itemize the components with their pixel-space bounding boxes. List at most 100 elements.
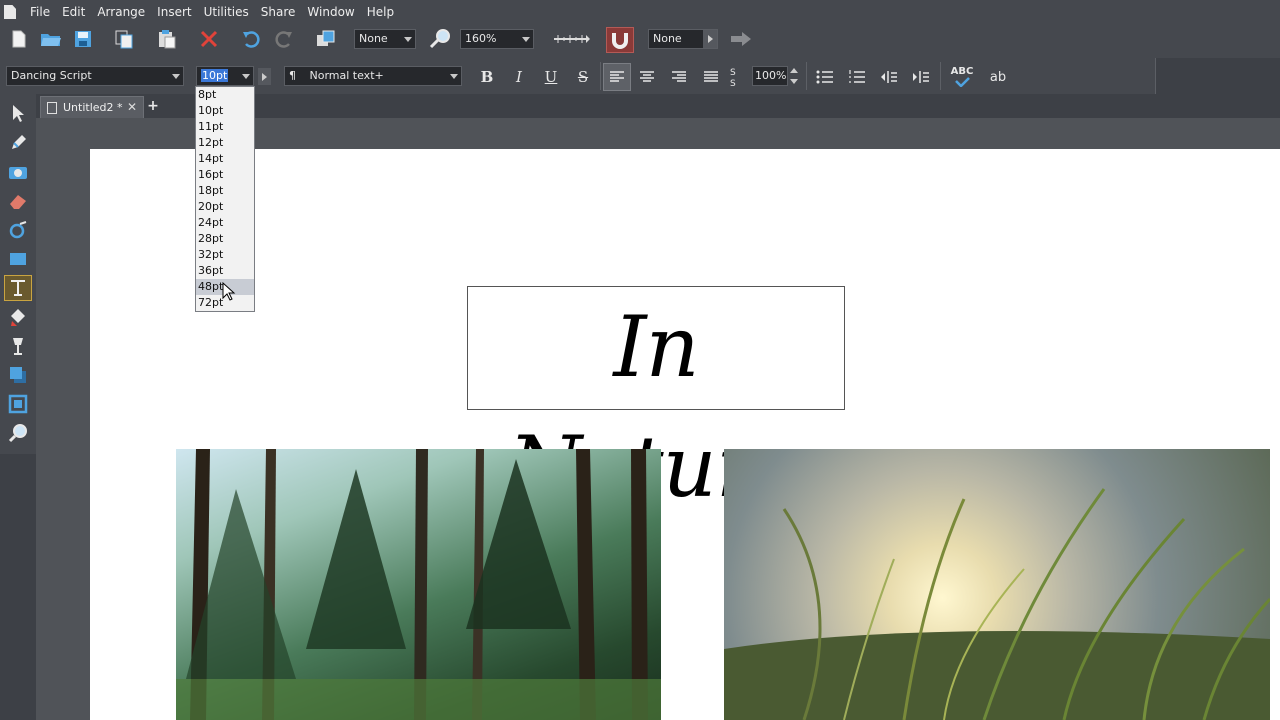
underline-button[interactable]: U bbox=[538, 66, 564, 88]
font-size-option[interactable]: 36pt bbox=[196, 263, 254, 279]
font-size-option[interactable]: 28pt bbox=[196, 231, 254, 247]
title-text-frame[interactable]: In Nature bbox=[467, 286, 845, 516]
zoom-tool-icon[interactable] bbox=[4, 420, 32, 446]
zoom-icon[interactable] bbox=[428, 27, 454, 51]
shadow-tool-icon[interactable] bbox=[4, 362, 32, 388]
fill-tool-icon[interactable] bbox=[4, 304, 32, 330]
pen-tool-icon[interactable] bbox=[4, 130, 32, 156]
zoom-combo[interactable]: 160% bbox=[460, 29, 534, 49]
snap-combo-value: None bbox=[653, 32, 682, 45]
forest-photo[interactable] bbox=[176, 449, 661, 720]
decrease-indent-button[interactable] bbox=[876, 66, 902, 88]
text-case-button[interactable]: ab bbox=[984, 66, 1012, 88]
ruler-icon[interactable] bbox=[552, 27, 592, 51]
align-right-icon bbox=[672, 71, 686, 82]
photo-tool-icon[interactable] bbox=[4, 159, 32, 185]
menu-window[interactable]: Window bbox=[301, 0, 360, 24]
arrange-icon[interactable] bbox=[313, 27, 339, 51]
document-icon bbox=[47, 101, 57, 114]
font-size-option[interactable]: 20pt bbox=[196, 199, 254, 215]
menu-share[interactable]: Share bbox=[255, 0, 302, 24]
separator bbox=[600, 62, 601, 90]
font-size-value: 10pt bbox=[201, 69, 229, 82]
selector-tool-icon[interactable] bbox=[4, 100, 32, 126]
font-size-option[interactable]: 16pt bbox=[196, 167, 254, 183]
add-tab-icon[interactable]: + bbox=[146, 99, 160, 113]
chevron-down-icon bbox=[242, 74, 250, 79]
font-family-value: Dancing Script bbox=[11, 69, 92, 82]
eraser-tool-icon[interactable] bbox=[4, 188, 32, 214]
font-size-option[interactable]: 32pt bbox=[196, 247, 254, 263]
increase-indent-button[interactable] bbox=[908, 66, 934, 88]
scale-spinner[interactable] bbox=[790, 66, 798, 86]
grass-photo[interactable] bbox=[724, 449, 1270, 720]
rectangle-tool-icon[interactable] bbox=[4, 246, 32, 272]
undo-icon[interactable] bbox=[238, 27, 264, 51]
app-document-icon[interactable] bbox=[4, 5, 16, 19]
bullet-list-button[interactable] bbox=[812, 66, 838, 88]
align-center-icon bbox=[640, 71, 654, 82]
paragraph-style-combo[interactable]: ¶ Normal text+ bbox=[284, 66, 462, 86]
menu-help[interactable]: Help bbox=[361, 0, 400, 24]
paste-icon[interactable] bbox=[154, 27, 180, 51]
delete-icon[interactable] bbox=[196, 27, 222, 51]
copy-icon[interactable] bbox=[112, 27, 138, 51]
spell-check-button[interactable]: ABC bbox=[948, 66, 976, 88]
font-size-option[interactable]: 10pt bbox=[196, 103, 254, 119]
app-window: File Edit Arrange Insert Utilities Share… bbox=[0, 0, 1280, 720]
redo-icon[interactable] bbox=[271, 27, 297, 51]
style-combo-value: None bbox=[359, 32, 388, 45]
font-size-step-button[interactable] bbox=[258, 68, 271, 85]
superscript-icon[interactable]: SS bbox=[724, 66, 744, 88]
numbered-list-icon bbox=[849, 70, 865, 83]
font-size-option[interactable]: 14pt bbox=[196, 151, 254, 167]
save-icon[interactable] bbox=[70, 27, 96, 51]
transparency-tool-icon[interactable] bbox=[4, 333, 32, 359]
font-size-option[interactable]: 8pt bbox=[196, 87, 254, 103]
document-title[interactable]: In Nature bbox=[468, 287, 844, 516]
text-case-label: ab bbox=[989, 69, 1007, 85]
separator bbox=[940, 62, 941, 90]
bold-button[interactable]: B bbox=[474, 66, 500, 88]
font-size-combo[interactable]: 10pt bbox=[196, 66, 254, 86]
close-icon[interactable]: ✕ bbox=[127, 100, 137, 114]
menu-file[interactable]: File bbox=[24, 0, 56, 24]
frame-tool-icon[interactable] bbox=[4, 391, 32, 417]
zoom-combo-value: 160% bbox=[465, 32, 497, 45]
menu-insert[interactable]: Insert bbox=[151, 0, 197, 24]
bullet-list-icon bbox=[816, 70, 833, 84]
snap-combo[interactable]: None bbox=[648, 29, 718, 49]
align-center-button[interactable] bbox=[634, 66, 660, 88]
scale-input[interactable]: 100% bbox=[752, 66, 788, 86]
play-arrow-icon bbox=[703, 30, 717, 48]
strikethrough-button[interactable]: S bbox=[570, 66, 596, 88]
align-right-button[interactable] bbox=[666, 66, 692, 88]
chevron-down-icon bbox=[404, 37, 412, 42]
menu-arrange[interactable]: Arrange bbox=[91, 0, 151, 24]
tab-label: Untitled2 * bbox=[63, 101, 123, 114]
svg-text:S: S bbox=[730, 79, 736, 88]
new-document-icon[interactable] bbox=[6, 27, 32, 51]
italic-button[interactable]: I bbox=[506, 66, 532, 88]
text-tool-icon[interactable] bbox=[4, 275, 32, 301]
align-left-icon bbox=[610, 71, 624, 82]
menu-bar: File Edit Arrange Insert Utilities Share… bbox=[0, 0, 1280, 24]
magnet-snap-icon[interactable] bbox=[606, 27, 634, 53]
numbered-list-button[interactable] bbox=[844, 66, 870, 88]
open-folder-icon[interactable] bbox=[38, 27, 64, 51]
play-arrow-icon bbox=[262, 73, 267, 81]
shape-editor-icon[interactable] bbox=[4, 217, 32, 243]
align-left-button[interactable] bbox=[603, 63, 631, 91]
font-family-combo[interactable]: Dancing Script bbox=[6, 66, 184, 86]
font-size-option[interactable]: 12pt bbox=[196, 135, 254, 151]
menu-utilities[interactable]: Utilities bbox=[198, 0, 255, 24]
menu-edit[interactable]: Edit bbox=[56, 0, 91, 24]
font-size-option[interactable]: 18pt bbox=[196, 183, 254, 199]
spell-check-label: ABC bbox=[950, 66, 974, 77]
style-combo[interactable]: None bbox=[354, 29, 416, 49]
forward-arrow-icon[interactable] bbox=[728, 27, 754, 51]
font-size-option[interactable]: 24pt bbox=[196, 215, 254, 231]
justify-button[interactable] bbox=[698, 66, 724, 88]
font-size-option[interactable]: 11pt bbox=[196, 119, 254, 135]
tab-untitled2[interactable]: Untitled2 * ✕ bbox=[40, 96, 144, 118]
